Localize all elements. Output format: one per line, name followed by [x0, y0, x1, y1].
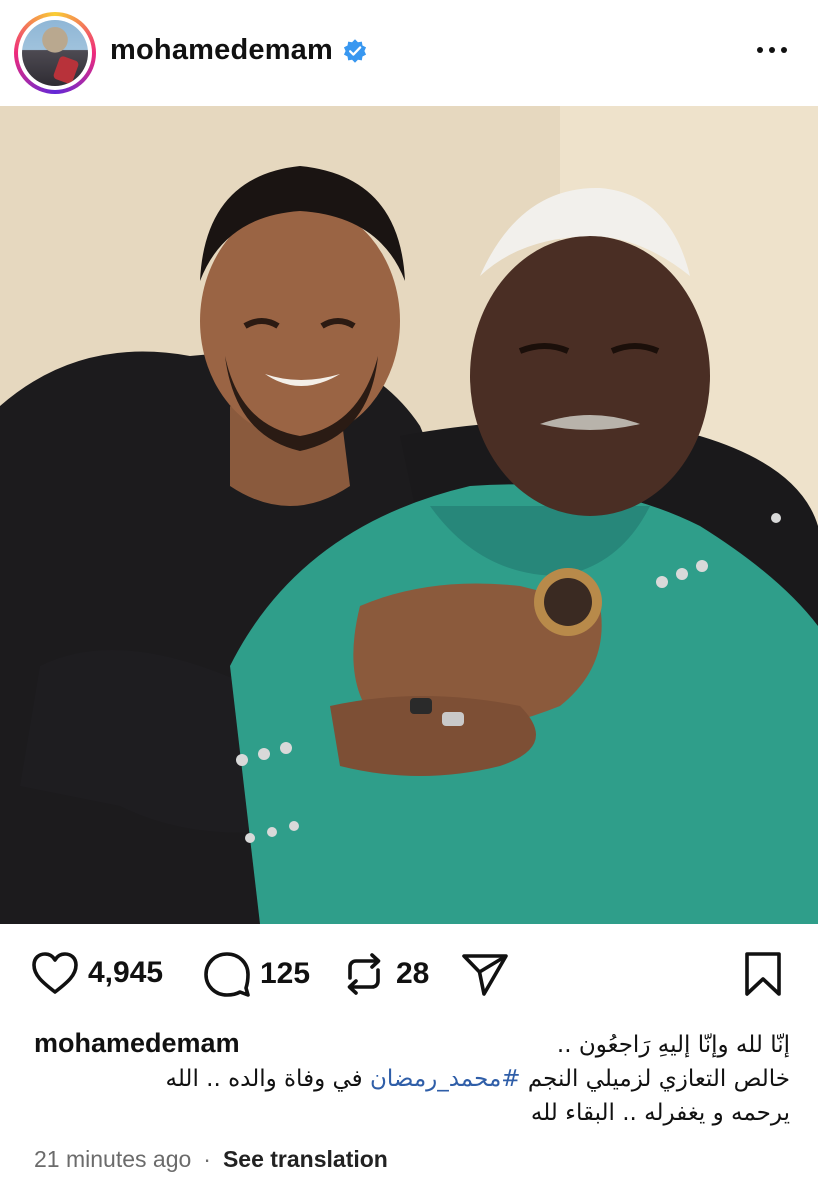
hashtag-link[interactable]: #محمد_رمضان	[370, 1066, 521, 1092]
share-button[interactable]	[460, 950, 510, 998]
caption-line-1: إنّا لله وإنّا إليهِ رَاجعُون ..	[556, 1032, 790, 1058]
avatar[interactable]	[22, 20, 88, 86]
post-timestamp: 21 minutes ago	[34, 1146, 192, 1172]
post-photo[interactable]	[0, 106, 818, 924]
caption-line-2-end: في وفاة والده .. الله	[165, 1066, 370, 1092]
repost-icon	[347, 953, 381, 995]
header-username[interactable]: mohamedemam	[110, 34, 333, 67]
comment-icon	[204, 952, 250, 997]
bookmark-icon	[745, 952, 781, 996]
verified-badge-icon	[343, 39, 367, 63]
repost-count: 28	[396, 957, 430, 990]
story-ring[interactable]	[14, 12, 96, 94]
more-options-icon[interactable]	[752, 40, 792, 60]
post-header: mohamedemam	[0, 0, 818, 106]
like-button[interactable]: 4,945	[30, 950, 163, 996]
send-icon	[462, 954, 508, 996]
caption-line-2-start: خالص التعازي لزميلي النجم	[520, 1066, 790, 1092]
comment-count: 125	[260, 957, 311, 990]
see-translation-link[interactable]: See translation	[223, 1146, 388, 1173]
caption-text: إنّا لله وإنّا إليهِ رَاجعُون .. خالص ال…	[34, 1028, 790, 1130]
save-button[interactable]	[742, 950, 784, 998]
repost-button[interactable]: 28	[340, 950, 429, 998]
post-footer: 21 minutes ago · See translation	[34, 1146, 388, 1173]
comment-button[interactable]: 125	[202, 950, 310, 998]
separator-dot: ·	[203, 1146, 211, 1172]
heart-icon	[32, 952, 78, 994]
caption-line-3: يرحمه و يغفرله .. البقاء لله	[530, 1100, 790, 1126]
like-count: 4,945	[88, 956, 164, 989]
action-bar: 4,945 125 28	[0, 940, 818, 1010]
photo-illustration	[0, 106, 818, 924]
caption-line-2: خالص التعازي لزميلي النجم #محمد_رمضان في…	[34, 1062, 790, 1096]
